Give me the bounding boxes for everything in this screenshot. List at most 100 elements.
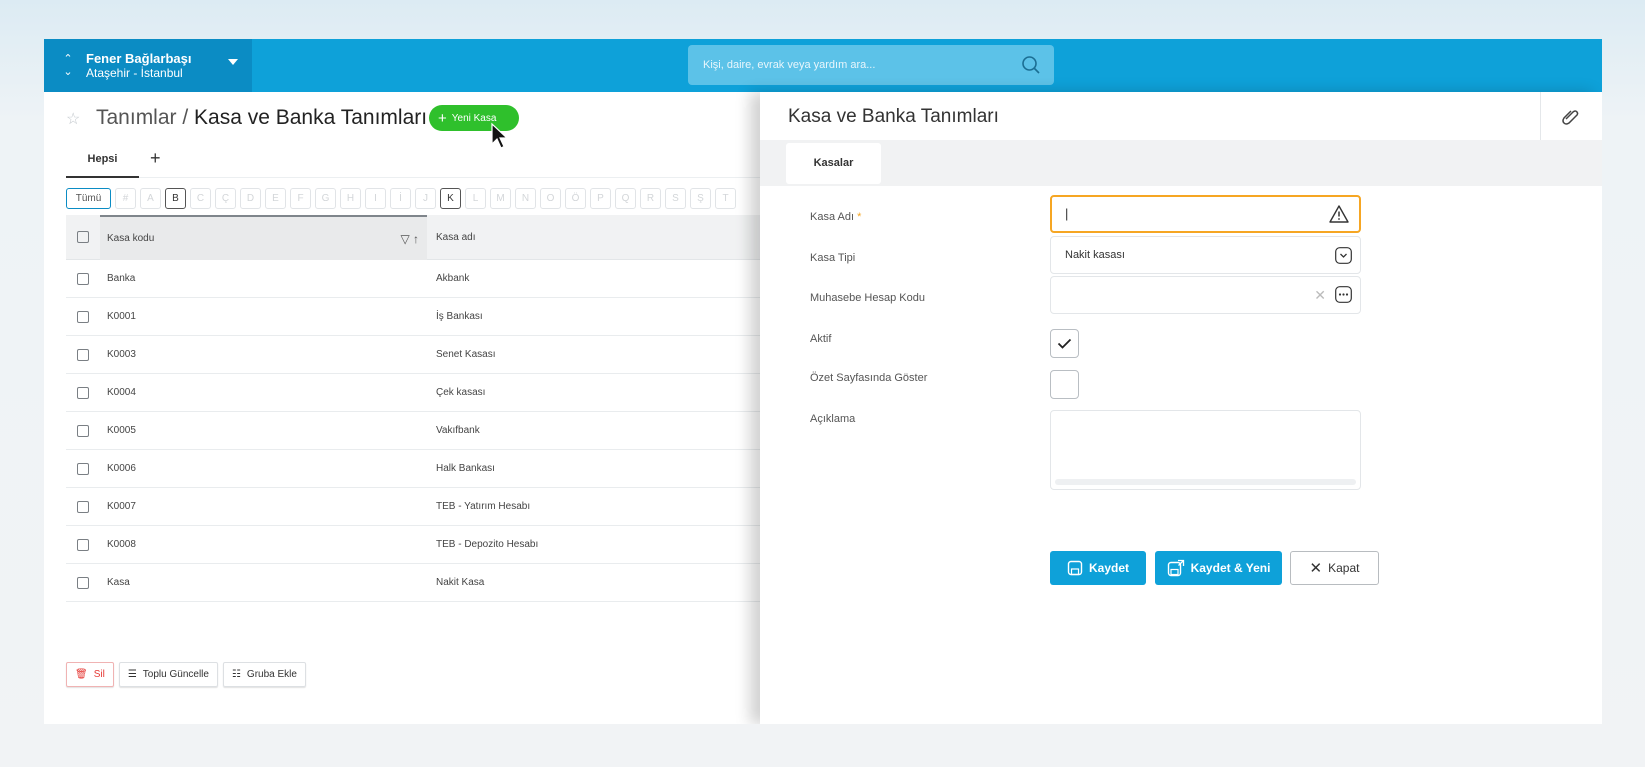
save-label: Kaydet	[1088, 561, 1129, 575]
letter-filter[interactable]: E	[265, 188, 286, 209]
table-row[interactable]: Banka Akbank	[66, 260, 760, 298]
breadcrumb-parent[interactable]: Tanımlar /	[96, 106, 194, 129]
row-checkbox[interactable]	[66, 538, 100, 551]
letter-filter[interactable]: F	[290, 188, 311, 209]
letter-filter[interactable]: #	[115, 188, 136, 209]
description-label: Açıklama	[810, 413, 856, 425]
active-checkbox[interactable]	[1050, 329, 1079, 358]
add-to-group-label: Gruba Ekle	[246, 669, 297, 680]
letter-filter[interactable]: C	[190, 188, 211, 209]
name-label-text: Kasa Adı	[810, 211, 855, 223]
letter-filter[interactable]: N	[515, 188, 536, 209]
cell-name: Nakit Kasa	[436, 577, 485, 588]
letter-filter[interactable]: I	[365, 188, 386, 209]
delete-label: Sil	[93, 669, 105, 680]
letter-filter[interactable]: L	[465, 188, 486, 209]
name-field[interactable]: |	[1050, 195, 1361, 233]
table-row[interactable]: K0005 Vakıfbank	[66, 412, 760, 450]
letter-filter[interactable]: K	[440, 188, 461, 209]
letter-filter[interactable]: Ş	[690, 188, 711, 209]
letter-filter[interactable]: S	[665, 188, 686, 209]
org-selector[interactable]: ⌃ ⌄ Fener Bağlarbaşı Ataşehir - İstanbul	[44, 39, 252, 92]
plus-icon: +	[438, 109, 447, 127]
filter-sort-icon[interactable]: ▽ ↑	[400, 232, 419, 246]
row-checkbox[interactable]	[66, 386, 100, 399]
cell-name: TEB - Yatırım Hesabı	[436, 501, 531, 512]
table-row[interactable]: K0006 Halk Bankası	[66, 450, 760, 488]
close-icon: ✕	[1309, 560, 1323, 577]
bulk-actions: 🗑︎ Sil ☰ Toplu Güncelle ☷ Gruba Ekle	[66, 662, 306, 687]
cell-code: K0006	[107, 463, 136, 474]
letter-filter[interactable]: B	[165, 188, 186, 209]
letter-filter[interactable]: M	[490, 188, 511, 209]
show-summary-checkbox[interactable]	[1050, 370, 1079, 399]
column-header-code-label: Kasa kodu	[107, 232, 155, 244]
table-row[interactable]: K0001 İş Bankası	[66, 298, 760, 336]
search-icon[interactable]	[1020, 54, 1042, 76]
table-row[interactable]: K0004 Çek kasası	[66, 374, 760, 412]
save-button[interactable]: Kaydet	[1050, 551, 1146, 585]
letter-filter[interactable]: Ö	[565, 188, 586, 209]
select-all-checkbox[interactable]	[66, 231, 100, 243]
letter-filter[interactable]: O	[540, 188, 561, 209]
row-checkbox[interactable]	[66, 462, 100, 475]
letter-filter[interactable]: T	[715, 188, 736, 209]
letter-filter[interactable]: J	[415, 188, 436, 209]
tab-all[interactable]: Hepsi	[66, 144, 139, 178]
breadcrumb: Tanımlar / Kasa ve Banka Tanımları	[96, 106, 427, 130]
letter-filter[interactable]: Ç	[215, 188, 236, 209]
type-select[interactable]: Nakit kasası	[1050, 236, 1361, 274]
account-code-field[interactable]: ✕	[1050, 276, 1361, 314]
tab-kasalar[interactable]: Kasalar	[786, 143, 881, 184]
row-checkbox[interactable]	[66, 500, 100, 513]
list-panel: ☆ Tanımlar / Kasa ve Banka Tanımları + Y…	[44, 92, 760, 724]
cashbox-table: Kasa kodu ▽ ↑ Kasa adı Banka Akbank K0001 İ…	[66, 214, 760, 602]
save-and-new-label: Kaydet & Yeni	[1190, 561, 1271, 575]
view-tabs: Hepsi +	[66, 144, 760, 178]
bulk-update-button[interactable]: ☰ Toplu Güncelle	[118, 662, 218, 687]
column-header-code[interactable]: Kasa kodu ▽ ↑	[100, 214, 427, 260]
delete-button[interactable]: 🗑︎ Sil	[66, 662, 114, 687]
column-header-name[interactable]: Kasa adı	[427, 232, 760, 243]
add-tab-button[interactable]: +	[150, 148, 161, 169]
table-row[interactable]: K0007 TEB - Yatırım Hesabı	[66, 488, 760, 526]
letter-filter[interactable]: H	[340, 188, 361, 209]
more-icon[interactable]	[1335, 286, 1352, 303]
close-button[interactable]: ✕ Kapat	[1290, 551, 1379, 585]
letter-filter[interactable]: D	[240, 188, 261, 209]
letter-filter[interactable]: İ	[390, 188, 411, 209]
org-switch-arrows-icon[interactable]: ⌃ ⌄	[58, 53, 78, 79]
account-code-label: Muhasebe Hesap Kodu	[810, 292, 925, 304]
add-to-group-button[interactable]: ☷ Gruba Ekle	[222, 662, 306, 687]
paperclip-icon[interactable]	[1560, 106, 1580, 126]
clear-icon[interactable]: ✕	[1314, 287, 1326, 304]
row-checkbox[interactable]	[66, 576, 100, 589]
table-row[interactable]: K0003 Senet Kasası	[66, 336, 760, 374]
row-checkbox[interactable]	[66, 348, 100, 361]
cell-name: Halk Bankası	[436, 463, 495, 474]
row-checkbox[interactable]	[66, 424, 100, 437]
row-checkbox[interactable]	[66, 310, 100, 323]
letter-filter[interactable]: G	[315, 188, 336, 209]
description-textarea[interactable]	[1050, 410, 1361, 490]
panel-tabs: Kasalar	[760, 140, 1602, 186]
chevron-down-icon[interactable]	[228, 59, 238, 65]
letter-filter[interactable]: A	[140, 188, 161, 209]
save-and-new-button[interactable]: Kaydet & Yeni	[1155, 551, 1282, 585]
name-field-value: |	[1065, 206, 1069, 221]
search-input[interactable]: Kişi, daire, evrak veya yardım ara...	[688, 45, 1054, 85]
pin-icon[interactable]: ☆	[66, 109, 80, 129]
org-info: Fener Bağlarbaşı Ataşehir - İstanbul	[86, 51, 192, 80]
chevron-down-icon[interactable]	[1335, 247, 1352, 264]
letter-filter-all[interactable]: Tümü	[66, 188, 111, 209]
letter-filter[interactable]: Q	[615, 188, 636, 209]
table-row[interactable]: K0008 TEB - Depozito Hesabı	[66, 526, 760, 564]
letter-filter[interactable]: P	[590, 188, 611, 209]
row-checkbox[interactable]	[66, 272, 100, 285]
show-summary-label: Özet Sayfasında Göster	[810, 372, 928, 384]
cell-code: K0007	[107, 501, 136, 512]
letter-filter[interactable]: R	[640, 188, 661, 209]
type-label: Kasa Tipi	[810, 252, 856, 264]
resize-handle[interactable]	[1055, 479, 1356, 485]
table-row[interactable]: Kasa Nakit Kasa	[66, 564, 760, 602]
